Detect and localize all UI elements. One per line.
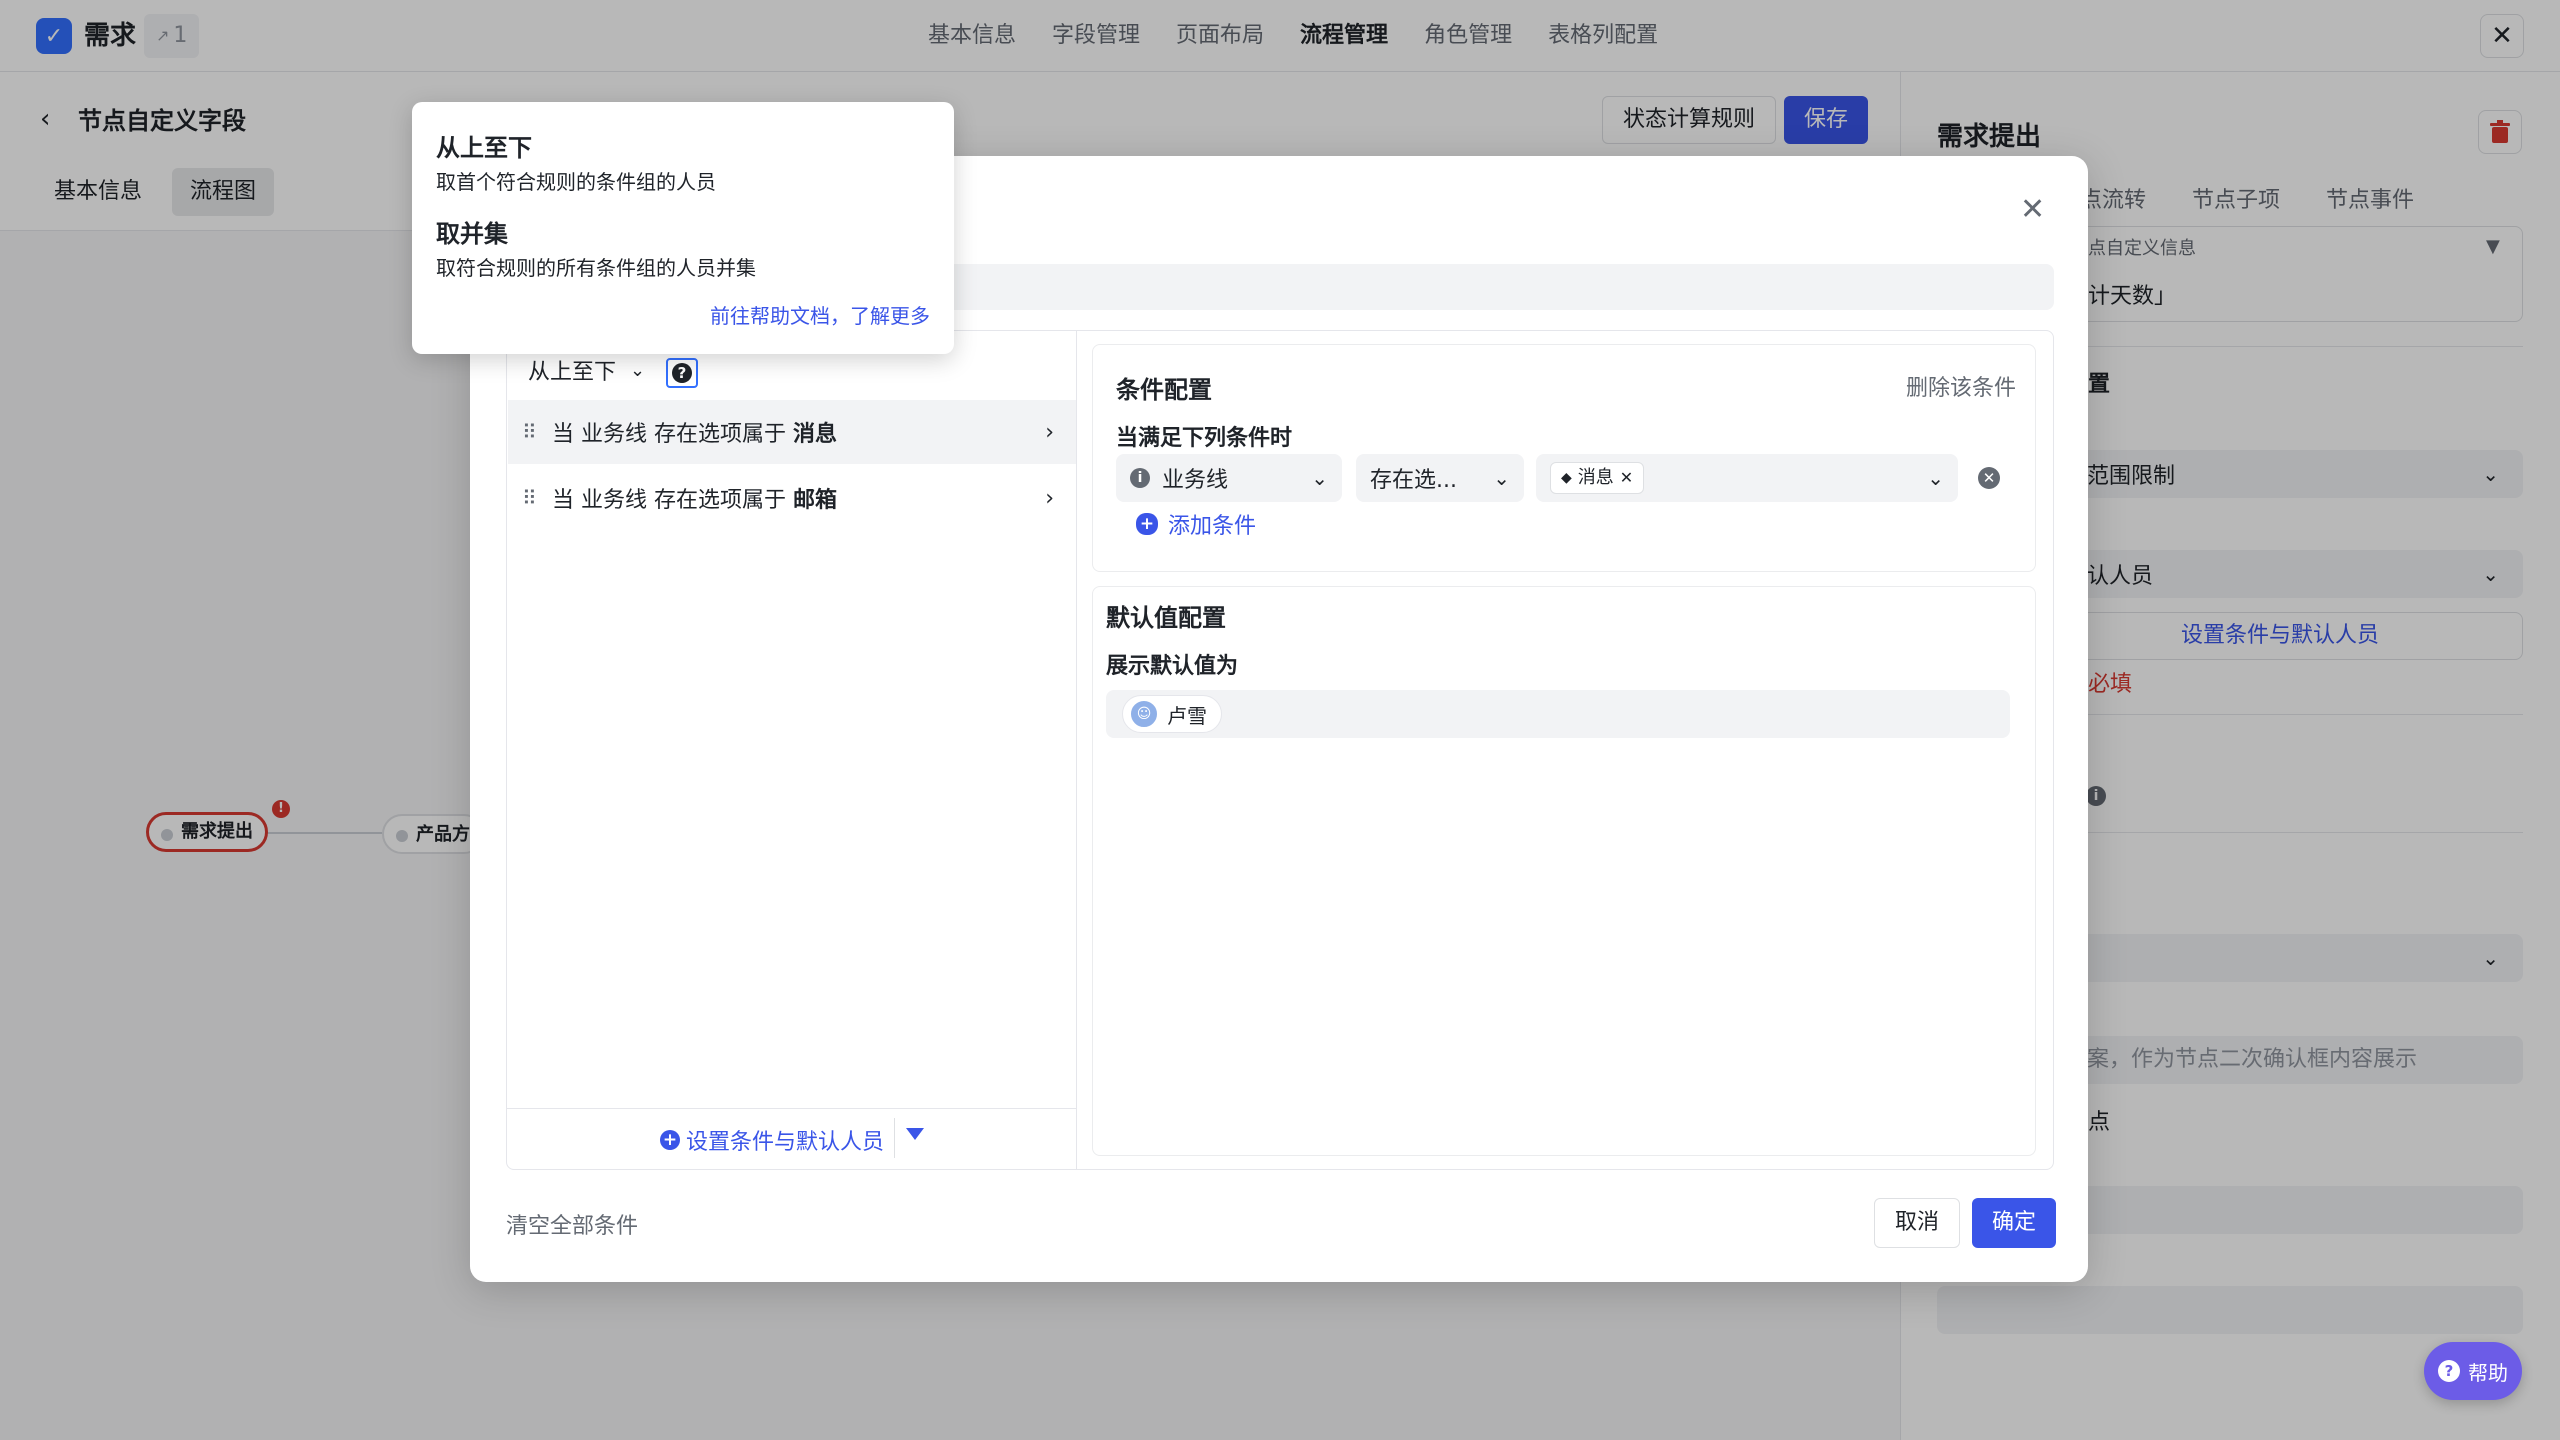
condition-subtitle: 当满足下列条件时 [1116,426,1293,451]
confirm-button[interactable]: 确定 [1972,1198,2057,1248]
person-name: 卢雪 [1167,703,1207,728]
cancel-button[interactable]: 取消 [1874,1198,1961,1248]
tooltip-item-desc: 取符合规则的所有条件组的人员并集 [436,256,756,280]
add-condition-set-button[interactable]: + 设置条件与默认人员 [660,1124,884,1156]
layers-icon: ◆ [1561,470,1572,486]
help-button[interactable]: ? 帮助 [2424,1342,2522,1400]
chevron-down-icon: ⌄ [1493,466,1510,490]
add-condition-set-label: 设置条件与默认人员 [686,1130,885,1155]
help-question-icon[interactable]: ? [666,358,698,388]
add-condition-label: 添加条件 [1168,514,1257,539]
default-config-subtitle: 展示默认值为 [1106,654,1239,679]
field-select-value: i 业务线 [1130,462,1228,494]
chevron-right-icon: › [1045,485,1054,511]
person-chip: ☺ 卢雪 [1122,695,1222,733]
avatar: ☺ [1129,699,1159,729]
chevron-down-icon: ⌄ [1927,466,1944,490]
remove-condition-icon[interactable]: ✕ [1978,467,2000,489]
condition-item[interactable]: ⠿ 当 业务线 存在选项属于 邮箱 › [508,466,1076,530]
sort-mode-value: 从上至下 [528,360,617,385]
default-config-title: 默认值配置 [1106,604,1226,632]
chevron-down-icon: ⌄ [630,359,646,381]
help-label: 帮助 [2468,1360,2508,1385]
default-person-field[interactable] [1106,690,2010,738]
value-tag: ◆ 消息 ✕ [1550,462,1645,494]
sort-mode-select[interactable]: 从上至下 ⌄ [528,354,645,386]
question-icon: ? [2438,1360,2460,1382]
caret-down-icon[interactable] [906,1128,924,1140]
info-icon: i [1130,468,1150,488]
tooltip-item-title: 取并集 [436,220,508,248]
question-icon: ? [672,363,692,383]
condition-text: 当 业务线 存在选项属于 邮箱 [552,488,838,513]
plus-circle-icon: + [660,1130,680,1150]
chevron-down-icon: ⌄ [1311,466,1328,490]
delete-condition-link[interactable]: 删除该条件 [1906,370,2016,402]
divider [894,1118,895,1158]
modal-close-icon[interactable]: ✕ [2020,192,2045,227]
condition-text: 当 业务线 存在选项属于 消息 [552,422,838,447]
value-select[interactable]: ◆ 消息 ✕ ⌄ [1536,454,1958,502]
operator-select-value: 存在选... [1370,468,1457,493]
operator-select[interactable]: 存在选... ⌄ [1356,454,1524,502]
plus-circle-icon: + [1136,513,1158,535]
sort-mode-tooltip: 从上至下 取首个符合规则的条件组的人员 取并集 取符合规则的所有条件组的人员并集… [412,102,954,354]
condition-item[interactable]: ⠿ 当 业务线 存在选项属于 消息 › [508,400,1076,464]
drag-handle-icon[interactable]: ⠿ [522,420,552,444]
drag-handle-icon[interactable]: ⠿ [522,486,552,510]
help-doc-link[interactable]: 前往帮助文档，了解更多 [710,300,930,329]
field-select[interactable]: i 业务线 ⌄ [1116,454,1342,502]
chevron-right-icon: › [1045,419,1054,445]
add-condition-button[interactable]: + 添加条件 [1136,508,1256,540]
condition-config-title: 条件配置 [1116,376,1212,404]
tooltip-item-desc: 取首个符合规则的条件组的人员 [436,170,716,194]
tag-close-icon[interactable]: ✕ [1620,463,1633,493]
tooltip-item-title: 从上至下 [436,134,532,162]
clear-all-conditions-button[interactable]: 清空全部条件 [506,1208,638,1240]
